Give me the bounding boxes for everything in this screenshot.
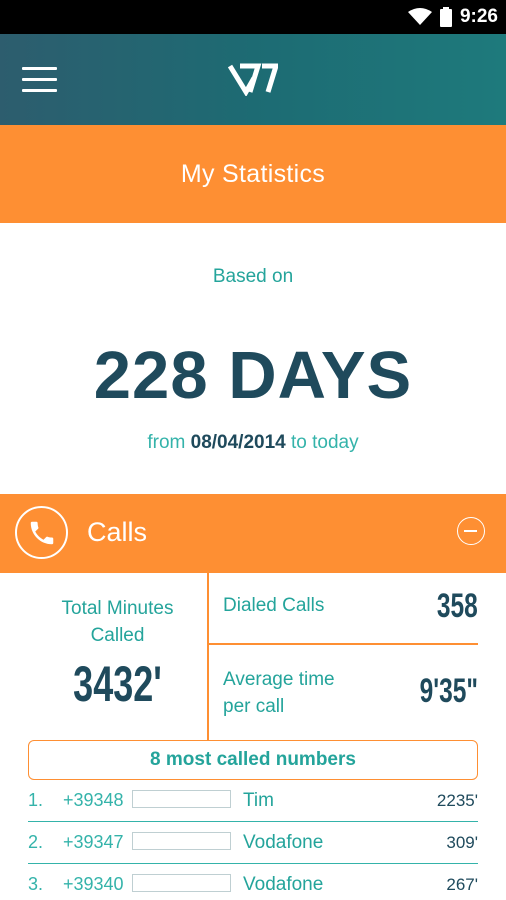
total-minutes-label-line2: Called — [90, 625, 145, 646]
minus-circle-icon[interactable] — [457, 517, 485, 545]
hamburger-icon[interactable] — [22, 67, 57, 93]
calls-title: Calls — [87, 517, 148, 547]
total-minutes-label: Total Minutes Called — [30, 595, 205, 649]
list-item[interactable]: 3. +39340 Vodafone 267' — [28, 864, 478, 900]
phone-icon — [15, 506, 68, 559]
average-time-label-line2: per call — [223, 696, 285, 717]
row-index: 2. — [28, 832, 44, 852]
list-item[interactable]: 2. +39347 Vodafone 309' — [28, 822, 478, 864]
calls-stats: Total Minutes Called 3432' Dialed Calls … — [0, 573, 506, 740]
number-mask — [132, 832, 231, 850]
total-minutes-value: 3432' — [73, 656, 162, 712]
row-carrier: Vodafone — [243, 832, 324, 853]
from-label: from — [147, 432, 186, 453]
row-carrier: Vodafone — [243, 874, 324, 895]
days-count: 228 DAYS — [93, 338, 413, 413]
number-mask — [132, 874, 231, 892]
date-range: from 08/04/2014 to today — [0, 432, 506, 454]
status-bar: 9:26 — [0, 0, 506, 34]
row-carrier: Tim — [243, 790, 274, 811]
row-index: 1. — [28, 790, 44, 810]
title-band: My Statistics — [0, 125, 506, 223]
average-time-label: Average time per call — [223, 666, 335, 720]
number-mask — [132, 790, 231, 808]
vertical-divider — [207, 573, 209, 740]
dialed-calls-value: 358 — [437, 587, 478, 625]
phone-glyph-icon — [30, 521, 53, 544]
dialed-calls-label: Dialed Calls — [223, 595, 325, 616]
row-number: +39347 — [63, 832, 124, 852]
app-bar — [0, 34, 506, 125]
calls-section-header[interactable]: Calls — [0, 494, 506, 573]
start-date: 08/04/2014 — [190, 432, 286, 453]
average-time-label-line1: Average time — [223, 669, 335, 690]
row-minutes: 267' — [446, 875, 478, 894]
to-today-label: to today — [291, 432, 359, 453]
row-number: +39340 — [63, 874, 124, 894]
page-title: My Statistics — [180, 159, 326, 188]
row-index: 3. — [28, 874, 44, 894]
most-called-button[interactable]: 8 most called numbers — [28, 740, 478, 780]
battery-icon — [439, 7, 452, 27]
row-number: +39348 — [63, 790, 124, 810]
total-minutes-label-line1: Total Minutes — [61, 598, 174, 619]
row-minutes: 309' — [446, 833, 478, 852]
based-on-label: Based on — [212, 266, 294, 287]
list-item[interactable]: 1. +39348 Tim 2235' — [28, 780, 478, 822]
average-time-value: 9'35" — [419, 672, 478, 710]
status-time: 9:26 — [459, 6, 498, 27]
horizontal-divider — [208, 643, 478, 645]
row-minutes: 2235' — [436, 791, 478, 810]
app-logo-icon — [228, 63, 278, 96]
wifi-icon — [407, 8, 432, 25]
